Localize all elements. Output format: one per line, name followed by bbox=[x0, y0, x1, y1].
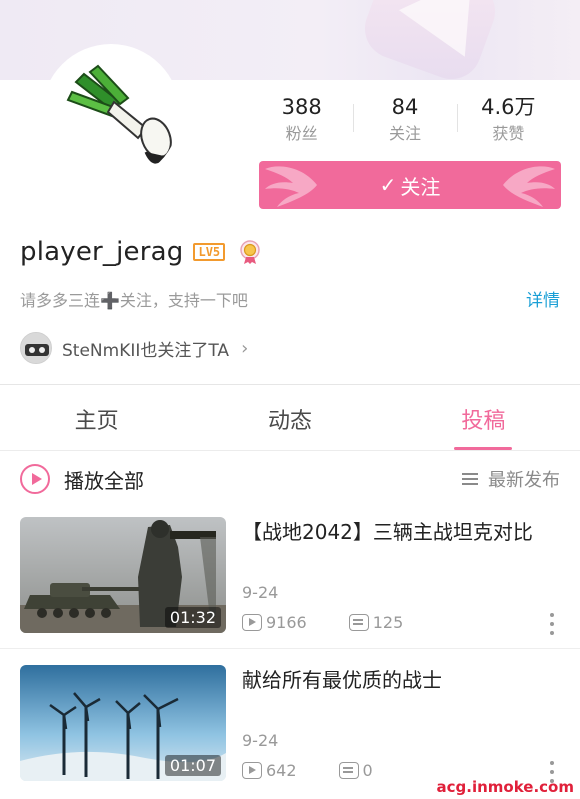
stat-label: 获赞 bbox=[492, 124, 525, 143]
video-thumbnail[interactable]: 01:32 bbox=[20, 517, 226, 633]
danmaku-count-icon bbox=[348, 614, 369, 631]
stat-value: 388 bbox=[281, 95, 322, 119]
sort-label: 最新发布 bbox=[488, 470, 560, 491]
wing-decoration-icon bbox=[265, 166, 317, 207]
video-date: 9-24 bbox=[242, 583, 279, 602]
mutual-avatar bbox=[20, 332, 52, 364]
tab-uploads[interactable]: 投稿 bbox=[387, 385, 580, 450]
more-options-icon[interactable] bbox=[550, 613, 554, 635]
scallion-avatar-image bbox=[66, 64, 172, 164]
video-title: 献给所有最优质的战士 bbox=[242, 668, 442, 692]
stat-value: 4.6万 bbox=[481, 95, 536, 119]
stat-following[interactable]: 84 关注 bbox=[353, 94, 456, 152]
username: player_jerag bbox=[20, 237, 184, 267]
video-meta: 9166 125 bbox=[242, 613, 403, 632]
video-title: 【战地2042】三辆主战坦克对比 bbox=[242, 520, 533, 544]
chevron-right-icon: › bbox=[241, 337, 249, 359]
video-meta: 642 0 bbox=[242, 761, 373, 780]
medal-icon[interactable] bbox=[237, 239, 263, 265]
video-item[interactable]: 01:32 【战地2042】三辆主战坦克对比 9-24 9166 125 bbox=[0, 517, 580, 647]
user-signature: 请多多三连➕关注，支持一下吧 bbox=[20, 291, 248, 310]
list-divider bbox=[0, 648, 580, 649]
tab-label: 主页 bbox=[74, 409, 119, 434]
video-duration: 01:07 bbox=[164, 755, 221, 776]
play-count: 9166 bbox=[266, 613, 307, 632]
mutual-follow-text: SteNmKII也关注了TA bbox=[62, 340, 230, 361]
tab-label: 动态 bbox=[267, 409, 312, 434]
danmaku-count: 125 bbox=[372, 613, 404, 632]
watermark: acg.inmoke.com bbox=[436, 778, 574, 796]
sort-selector[interactable]: 最新发布 bbox=[462, 466, 560, 492]
name-row: player_jerag LV5 bbox=[20, 234, 263, 270]
stat-likes[interactable]: 4.6万 获赞 bbox=[456, 94, 560, 152]
play-circle-icon[interactable] bbox=[20, 464, 50, 494]
tab-home[interactable]: 主页 bbox=[0, 385, 193, 450]
follow-label: 关注 bbox=[400, 174, 441, 199]
robot-avatar-image bbox=[21, 333, 51, 363]
play-count: 642 bbox=[266, 761, 297, 780]
play-all-button[interactable]: 播放全部 bbox=[64, 465, 144, 494]
check-icon: ✓ bbox=[379, 173, 397, 197]
video-thumbnail[interactable]: 01:07 bbox=[20, 665, 226, 781]
avatar[interactable] bbox=[42, 44, 180, 182]
list-header: 播放全部 最新发布 bbox=[0, 451, 580, 507]
video-date: 9-24 bbox=[242, 731, 279, 750]
profile-stats: 388 粉丝 84 关注 4.6万 获赞 bbox=[250, 94, 560, 152]
danmaku-count-icon bbox=[338, 762, 359, 779]
video-item[interactable]: 01:07 献给所有最优质的战士 9-24 642 0 bbox=[0, 665, 580, 795]
follow-button[interactable]: ✓ 关注 bbox=[259, 161, 561, 209]
stat-value: 84 bbox=[391, 95, 419, 119]
video-duration: 01:32 bbox=[164, 607, 221, 628]
stat-label: 关注 bbox=[388, 124, 421, 143]
level-badge: LV5 bbox=[193, 243, 226, 261]
stat-label: 粉丝 bbox=[285, 124, 318, 143]
tab-dynamics[interactable]: 动态 bbox=[193, 385, 386, 450]
wing-decoration-icon bbox=[503, 166, 555, 207]
details-link[interactable]: 详情 bbox=[526, 286, 560, 311]
danmaku-count: 0 bbox=[362, 761, 373, 780]
play-count-icon bbox=[242, 614, 262, 631]
tab-label: 投稿 bbox=[461, 409, 506, 434]
stat-fans[interactable]: 388 粉丝 bbox=[250, 94, 353, 152]
sort-list-icon bbox=[462, 473, 478, 485]
mutual-follow-row[interactable]: SteNmKII也关注了TA › bbox=[20, 331, 248, 365]
profile-tabs: 主页 动态 投稿 bbox=[0, 385, 580, 450]
play-count-icon bbox=[242, 762, 262, 779]
